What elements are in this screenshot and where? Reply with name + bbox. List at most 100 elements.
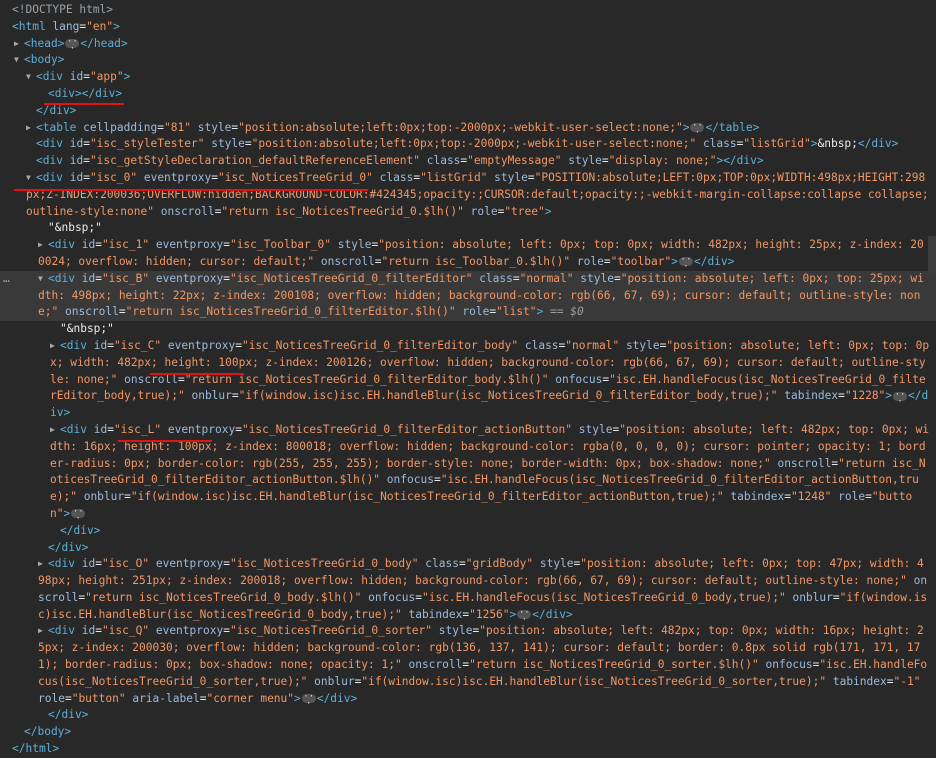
tag-end: </div> (316, 691, 358, 705)
attr-name: style (625, 338, 660, 352)
ellipsis-badge-icon[interactable]: ··· (301, 693, 316, 709)
attr-value: "isc_getStyleDeclaration_defaultReferenc… (89, 154, 420, 168)
attr-value: "isc_NoticesTreeGrid_0_filterEditor" (229, 271, 473, 285)
triangle-right-icon[interactable]: ▶ (50, 422, 60, 439)
html-node[interactable]: <html lang="en"> (0, 19, 936, 36)
tag-text: </div> (36, 103, 77, 117)
attr-name: onblur (792, 590, 833, 604)
ellipsis-badge-icon[interactable]: ··· (678, 256, 693, 272)
tag-open: <div (36, 154, 63, 168)
attr-value: "if(window.isc)isc.EH.handleBlur(isc_Not… (238, 389, 778, 403)
style-declaration-node[interactable]: <div id="isc_getStyleDeclaration_default… (0, 153, 936, 170)
attr-value: "isc_0" (89, 170, 138, 184)
head-node[interactable]: ▶ <head> ··· </head> (0, 36, 936, 54)
tag-close: </head> (80, 36, 128, 50)
nbsp-text-node[interactable]: "&nbsp;" (0, 220, 936, 237)
action-button-close[interactable]: </div> (0, 523, 936, 540)
attr-name: onscroll (408, 658, 463, 672)
attr-name: lang (52, 19, 80, 33)
sorter-node[interactable]: ▶ <div id="isc_Q" eventproxy="isc_Notices… (0, 623, 936, 709)
attr-name: role (838, 490, 866, 504)
triangle-down-icon[interactable]: ▼ (26, 69, 36, 86)
triangle-right-icon[interactable]: ▶ (50, 338, 60, 355)
attr-value: "isc_NoticesTreeGrid_0_filterEditor_body… (241, 338, 519, 352)
attr-value: "emptyMessage" (467, 154, 562, 168)
attr-name: style (211, 137, 245, 151)
attr-value: "isc_styleTester" (89, 137, 205, 151)
text-node: &nbsp; (817, 137, 858, 151)
attr-value: "isc_NoticesTreeGrid_0_sorter" (229, 624, 433, 638)
attr-name: onscroll (777, 456, 832, 470)
table-node[interactable]: ▶ <table cellpadding="81" style="position… (0, 120, 936, 138)
tag-close: > (113, 19, 120, 33)
html-close[interactable]: </html> (0, 741, 936, 758)
triangle-down-icon[interactable]: ▼ (14, 52, 24, 69)
triangle-right-icon[interactable]: ▶ (38, 556, 48, 573)
attr-name: role (470, 204, 498, 218)
ellipsis-badge-icon[interactable]: ··· (517, 609, 532, 625)
isc0-listgrid-node[interactable]: ▼ <div id="isc_0" eventproxy="isc_Notices… (0, 170, 936, 220)
triangle-right-icon[interactable]: ▶ (26, 120, 36, 137)
style-tester-node[interactable]: <div id="isc_styleTester" style="positio… (0, 136, 936, 153)
more-actions-icon[interactable]: … (3, 271, 10, 288)
attr-name: tabindex (408, 607, 463, 621)
triangle-right-icon[interactable]: ▶ (38, 623, 48, 640)
tag-open: <div (48, 557, 75, 571)
attr-name: style (438, 624, 473, 638)
attr-name: eventproxy (155, 238, 224, 252)
tag-close: > (63, 506, 71, 520)
attr-value: "position:absolute;left:0px;top:-2000px;… (238, 120, 683, 134)
attr-value: "listGrid" (420, 170, 488, 184)
attr-name: onfocus (386, 473, 434, 487)
toolbar-node[interactable]: ▶ <div id="isc_1" eventproxy="isc_Toolbar… (0, 237, 936, 272)
app-div-close[interactable]: </div> (0, 103, 936, 120)
isc0-close[interactable]: </div> (0, 707, 936, 724)
action-button-node[interactable]: ▶ <div id="isc_L" eventproxy="isc_Notices… (0, 422, 936, 524)
triangle-down-icon[interactable]: ▼ (26, 170, 36, 187)
attr-value: "gridBody" (465, 557, 534, 571)
attr-value: "corner menu" (206, 691, 295, 705)
tag-end: </div> (532, 607, 573, 621)
app-div-node[interactable]: ▼ <div id="app"> (0, 69, 936, 86)
attr-name: eventproxy (143, 170, 212, 184)
attr-value: "app" (89, 70, 124, 84)
ellipsis-badge-icon[interactable]: ··· (71, 508, 86, 524)
triangle-down-icon[interactable]: ▼ (38, 271, 48, 288)
filter-editor-close[interactable]: </div> (0, 540, 936, 557)
attr-name: class (702, 137, 737, 151)
attr-name: style (494, 170, 528, 184)
empty-div-node[interactable]: <div></div> (0, 86, 936, 103)
attr-name: style (539, 557, 574, 571)
ellipsis-badge-icon[interactable]: ··· (65, 38, 80, 54)
attr-name: onfocus (765, 658, 813, 672)
tag-end: </div> (857, 137, 899, 151)
grid-body-node[interactable]: ▶ <div id="isc_O" eventproxy="isc_Notices… (0, 556, 936, 625)
attr-value: "en" (86, 19, 114, 33)
attr-value: "display: none;" (608, 154, 717, 168)
nbsp-text-node-2[interactable]: "&nbsp;" (0, 321, 936, 338)
attr-name: eventproxy (155, 557, 224, 571)
attr-name: id (81, 271, 96, 285)
attr-name: id (81, 624, 96, 638)
attr-name: style (580, 271, 614, 285)
attr-name: style (578, 422, 613, 436)
ellipsis-badge-icon[interactable]: ··· (893, 390, 908, 406)
scrollbar-thumb[interactable] (928, 236, 936, 276)
attr-name: id (93, 422, 108, 436)
tag-text: </div> (48, 708, 89, 722)
attr-name: class (425, 557, 459, 571)
attr-name: class (479, 271, 513, 285)
body-node[interactable]: ▼ <body> (0, 52, 936, 69)
filter-editor-body-node[interactable]: ▶ <div id="isc_C" eventproxy="isc_Notices… (0, 338, 936, 422)
attr-value: "return isc_NoticesTreeGrid_0_sorter.$lh… (469, 658, 759, 672)
ellipsis-badge-icon[interactable]: ··· (690, 122, 705, 138)
triangle-right-icon[interactable]: ▶ (14, 36, 24, 53)
filter-editor-node-selected[interactable]: … ▼ <div id="isc_B" eventproxy="isc_Notice… (0, 270, 936, 322)
doctype-node[interactable]: <!DOCTYPE html> (0, 2, 936, 19)
body-close[interactable]: </body> (0, 724, 936, 741)
tag-open: <div (48, 624, 75, 638)
triangle-right-icon[interactable]: ▶ (38, 237, 48, 254)
attr-name: eventproxy (167, 338, 236, 352)
tag-close: > (123, 70, 131, 84)
tag-open: <div (36, 70, 63, 84)
